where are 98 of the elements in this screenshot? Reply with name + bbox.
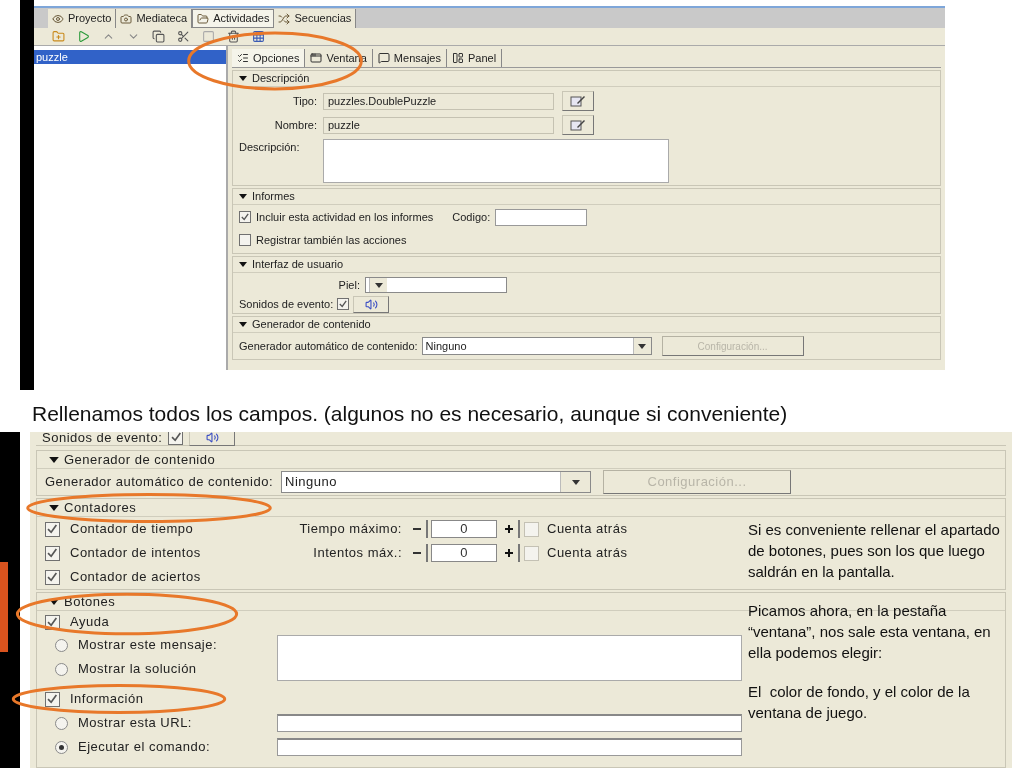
radio-button[interactable] <box>55 662 68 676</box>
eye-icon <box>52 12 64 25</box>
text-field[interactable]: puzzles.DoublePuzzle <box>323 92 554 110</box>
edit-icon <box>570 119 586 131</box>
play-icon[interactable] <box>77 30 90 43</box>
checkbox[interactable] <box>45 521 60 537</box>
sound-button[interactable] <box>353 295 390 313</box>
section-title: Generador de contenido <box>64 450 216 469</box>
shuffle-icon <box>278 12 291 25</box>
text-field[interactable]: puzzle <box>323 116 554 134</box>
edit-button[interactable] <box>562 91 594 111</box>
checkbox[interactable] <box>239 234 251 246</box>
tab[interactable]: Mediateca <box>116 9 193 28</box>
field-label: Nombre: <box>273 117 318 133</box>
sound-button[interactable] <box>189 432 236 446</box>
collapse-icon[interactable] <box>239 76 247 81</box>
checkbox[interactable] <box>337 298 350 310</box>
tab[interactable]: Proyecto <box>48 9 117 28</box>
panel-icon <box>451 52 464 64</box>
checkbox[interactable] <box>45 691 60 707</box>
speaker-icon <box>364 297 378 311</box>
collapse-icon[interactable] <box>239 322 247 327</box>
field-label: Sonidos de evento: <box>239 296 334 312</box>
field-label: Tiempo máximo: <box>298 520 403 539</box>
collapse-icon[interactable] <box>239 194 247 199</box>
copy-icon[interactable] <box>152 30 165 43</box>
field-label: Generador automático de contenido: <box>45 473 274 492</box>
list-icon <box>237 52 249 64</box>
radio-button[interactable] <box>55 740 68 754</box>
plus-icon <box>505 525 513 533</box>
plus-icon <box>505 549 513 557</box>
field-label: Incluir esta actividad en los informes <box>256 209 434 225</box>
text-field[interactable] <box>277 738 742 756</box>
collapse-icon[interactable] <box>49 504 59 511</box>
dropdown[interactable]: Ninguno <box>421 337 652 355</box>
folder-icon <box>197 12 210 25</box>
camera-icon <box>120 12 133 25</box>
field-label: Tipo: <box>291 93 318 109</box>
caret-icon <box>374 282 383 288</box>
field-label: Cuenta atrás <box>547 544 628 563</box>
tab[interactable]: Actividades <box>192 9 275 28</box>
dropdown[interactable]: Ninguno <box>281 471 592 493</box>
radio-button[interactable] <box>55 716 68 730</box>
note-text: El color de fondo, y el color de la ventana de juego. <box>748 682 971 723</box>
note-text: Si es conveniente rellenar el apartado de botones, pues son los que luego saldrán en la pantalla. <box>748 520 1001 582</box>
checkbox[interactable] <box>239 211 251 223</box>
tab[interactable]: Secuencias <box>274 9 357 28</box>
window-icon <box>310 52 323 64</box>
field-label: Ayuda <box>70 613 110 632</box>
caption: Rellenamos todos los campos. (algunos no es necesario, aunque si conveniente) <box>32 402 788 425</box>
field-label: Intentos máx.: <box>312 544 403 563</box>
note-text: Picamos ahora, en la pestaña “ventana”, nos sale esta ventana, en ella podemos elegir: <box>748 601 992 663</box>
field-label: Codigo: <box>452 209 491 225</box>
field-label: Sonidos de evento: <box>42 432 163 447</box>
checkbox[interactable] <box>45 569 60 585</box>
caret-icon <box>571 479 580 485</box>
checkbox[interactable] <box>168 432 184 445</box>
field-label: Contador de aciertos <box>70 568 202 587</box>
list-item[interactable]: puzzle <box>34 50 226 64</box>
trash-icon[interactable] <box>227 30 240 43</box>
section-title: Botones <box>64 592 116 611</box>
text-field[interactable] <box>495 208 588 226</box>
field-label: Generador automático de contenido: <box>239 338 418 354</box>
number-field[interactable]: 0 <box>431 520 497 538</box>
field-label: Mostrar esta URL: <box>78 714 192 733</box>
radio-button[interactable] <box>55 638 68 652</box>
field-label: Piel: <box>337 277 361 293</box>
field-label: Contador de tiempo <box>70 520 195 539</box>
scissors-icon[interactable] <box>177 30 190 43</box>
section-title: Informes <box>252 189 295 205</box>
field-label: Información <box>70 690 144 709</box>
speaker-icon <box>205 432 219 444</box>
checkbox[interactable] <box>45 545 60 561</box>
edit-button[interactable] <box>562 115 594 135</box>
message-icon <box>377 52 390 64</box>
field-label: Descripción: <box>238 140 301 155</box>
section-title: Contadores <box>64 498 137 517</box>
minus-icon <box>413 552 421 554</box>
field-label: Mostrar este mensaje: <box>78 636 218 655</box>
minus-icon <box>413 528 421 530</box>
tab[interactable]: Opciones <box>232 49 306 67</box>
section-title: Descripción <box>252 71 310 87</box>
collapse-icon[interactable] <box>49 456 59 463</box>
edit-icon <box>570 95 586 107</box>
section-title: Interfaz de usuario <box>252 257 344 273</box>
field-label: Registrar también las acciones <box>256 232 407 248</box>
field-label: Contador de intentos <box>70 544 202 563</box>
field-label: Ejecutar el comando: <box>78 738 211 757</box>
collapse-icon[interactable] <box>239 262 247 267</box>
caret-icon <box>638 343 647 349</box>
section-title: Generador de contenido <box>252 317 371 333</box>
field-label: Cuenta atrás <box>547 520 628 539</box>
number-field[interactable]: 0 <box>431 544 497 562</box>
text-field[interactable] <box>277 714 742 732</box>
collapse-icon[interactable] <box>49 598 59 605</box>
grid-icon[interactable] <box>252 30 265 43</box>
field-label: Mostrar la solución <box>78 660 197 679</box>
dropdown[interactable] <box>365 277 507 293</box>
